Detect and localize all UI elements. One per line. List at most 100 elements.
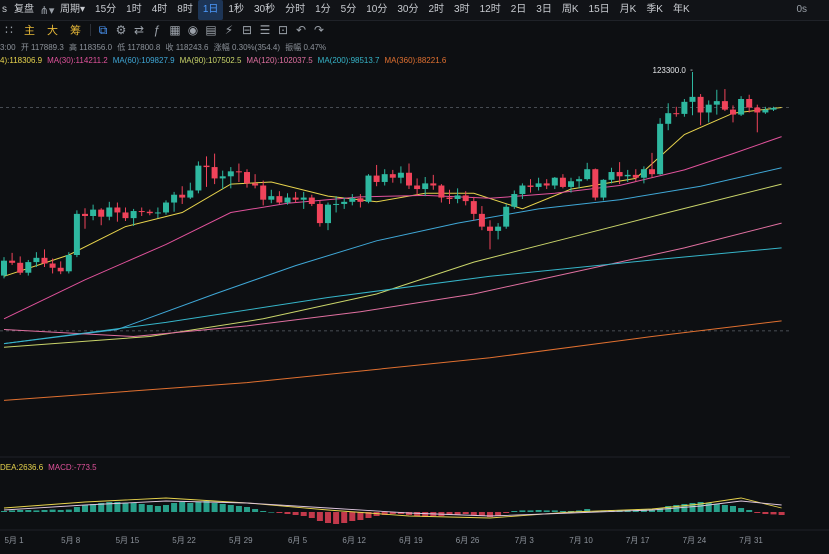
period-4[interactable]: 1日	[197, 0, 224, 20]
ma-legend-item-1: MA(30):114211.2	[47, 56, 108, 65]
candlestick-chart[interactable]: 123300.0 5月 1 5月 8 5月 15 5月 22 5月 29 6月 5 6月 12…	[0, 0, 829, 554]
ruler-icon[interactable]: ⊟	[238, 21, 256, 39]
period-18[interactable]: 15日	[584, 0, 615, 20]
period-0[interactable]: 15分	[90, 0, 121, 20]
settings-icon[interactable]: ⚙	[112, 21, 130, 39]
layout-icon[interactable]: ∷	[0, 21, 18, 39]
period-21[interactable]: 年K	[668, 0, 695, 20]
candle-body	[357, 198, 364, 202]
period-6[interactable]: 30秒	[249, 0, 280, 20]
macd-bar	[252, 509, 259, 512]
macd-bar	[41, 510, 48, 512]
macd-bar	[25, 510, 32, 512]
macd-bar	[559, 511, 566, 512]
candle-body	[738, 99, 745, 115]
period-15[interactable]: 2日	[506, 0, 532, 20]
macd-bar	[543, 510, 550, 512]
macd-bar	[163, 505, 169, 512]
indicator-icon[interactable]: ƒ	[148, 21, 166, 39]
x-tick-label: 6月 5	[288, 536, 308, 545]
macd-dif-line	[3, 497, 782, 519]
candle-body	[762, 109, 769, 113]
period-10[interactable]: 10分	[361, 0, 392, 20]
x-tick-label: 5月 22	[172, 536, 196, 545]
candle-body	[527, 185, 534, 187]
candle-body	[268, 196, 275, 200]
x-tick-label: 5月 29	[229, 536, 253, 545]
macd-bar	[17, 510, 24, 512]
period-5[interactable]: 1秒	[223, 0, 249, 20]
candle-body	[397, 172, 404, 178]
x-tick-label: 6月 26	[456, 536, 480, 545]
period-13[interactable]: 3时	[449, 0, 475, 20]
macd-bar	[519, 510, 526, 512]
x-tick-label: 7月 3	[515, 536, 535, 545]
candle-body	[171, 194, 178, 203]
candle-body	[430, 183, 437, 186]
print-icon[interactable]: ▤	[202, 21, 220, 39]
countdown: 0s	[796, 4, 807, 15]
ma-legend-item-0: 4):118306.9	[0, 56, 43, 65]
candle-body	[9, 260, 16, 263]
macd-bar	[721, 505, 728, 512]
candle-body	[244, 172, 250, 184]
period-11[interactable]: 30分	[392, 0, 423, 20]
candle-body	[438, 185, 445, 198]
x-tick-label: 7月 24	[683, 536, 707, 545]
macd-bar	[746, 510, 753, 512]
replay-button[interactable]: 复盘	[9, 0, 39, 20]
period-19[interactable]: 月K	[615, 0, 642, 20]
ma-line-1	[3, 136, 782, 320]
calendar-icon[interactable]: ▦	[166, 21, 184, 39]
ma-line-3	[3, 183, 782, 348]
tab-chips[interactable]: 筹	[64, 22, 87, 38]
candle-body	[203, 165, 210, 168]
period-16[interactable]: 3日	[531, 0, 557, 20]
period-2[interactable]: 4时	[147, 0, 173, 20]
candle-body	[276, 196, 283, 203]
camera-icon[interactable]: ◉	[184, 21, 202, 39]
macd-bar	[316, 512, 323, 521]
period-20[interactable]: 季K	[641, 0, 668, 20]
candle-body	[292, 197, 299, 200]
candle-body	[365, 175, 372, 202]
candle-body	[470, 201, 477, 214]
candle-body	[559, 177, 566, 187]
candle-icon[interactable]: ⧉	[94, 21, 112, 39]
x-tick-label: 5月 8	[61, 536, 81, 545]
period-8[interactable]: 1分	[310, 0, 336, 20]
period-3[interactable]: 8时	[172, 0, 198, 20]
template-icon[interactable]: ⊡	[274, 21, 292, 39]
macd-bar	[333, 512, 340, 524]
candle-body	[114, 207, 121, 213]
candle-body	[568, 181, 574, 187]
compare-icon[interactable]: ⇄	[130, 21, 148, 39]
tab-main[interactable]: 主	[18, 22, 41, 38]
period-1[interactable]: 1时	[121, 0, 147, 20]
chart-tool-icon[interactable]: ⚡	[220, 21, 238, 39]
ma-line-2	[3, 167, 782, 345]
macd-bar	[235, 506, 242, 512]
period-12[interactable]: 2时	[423, 0, 449, 20]
candle-body	[406, 172, 412, 186]
x-tick-label: 6月 12	[342, 536, 366, 545]
candle-body	[535, 183, 542, 187]
macd-bar	[551, 510, 558, 512]
undo-icon[interactable]: ↶	[292, 21, 310, 39]
candle-body	[65, 255, 72, 272]
tab-big[interactable]: 大	[41, 22, 64, 38]
period-dropdown[interactable]: 周期▾	[55, 0, 90, 20]
period-14[interactable]: 12时	[475, 0, 506, 20]
candle-body	[576, 179, 583, 182]
layers-icon[interactable]: ☰	[256, 21, 274, 39]
period-9[interactable]: 5分	[336, 0, 362, 20]
candlestick-icon[interactable]: ⋔▾	[39, 2, 55, 18]
candle-body	[57, 267, 64, 272]
macd-bar	[462, 512, 469, 514]
ohlc-high: 高 118356.0	[69, 43, 113, 52]
candle-body	[584, 169, 591, 180]
period-7[interactable]: 分时	[280, 0, 310, 20]
redo-icon[interactable]: ↷	[310, 21, 328, 39]
period-17[interactable]: 周K	[557, 0, 584, 20]
candle-body	[657, 123, 664, 175]
